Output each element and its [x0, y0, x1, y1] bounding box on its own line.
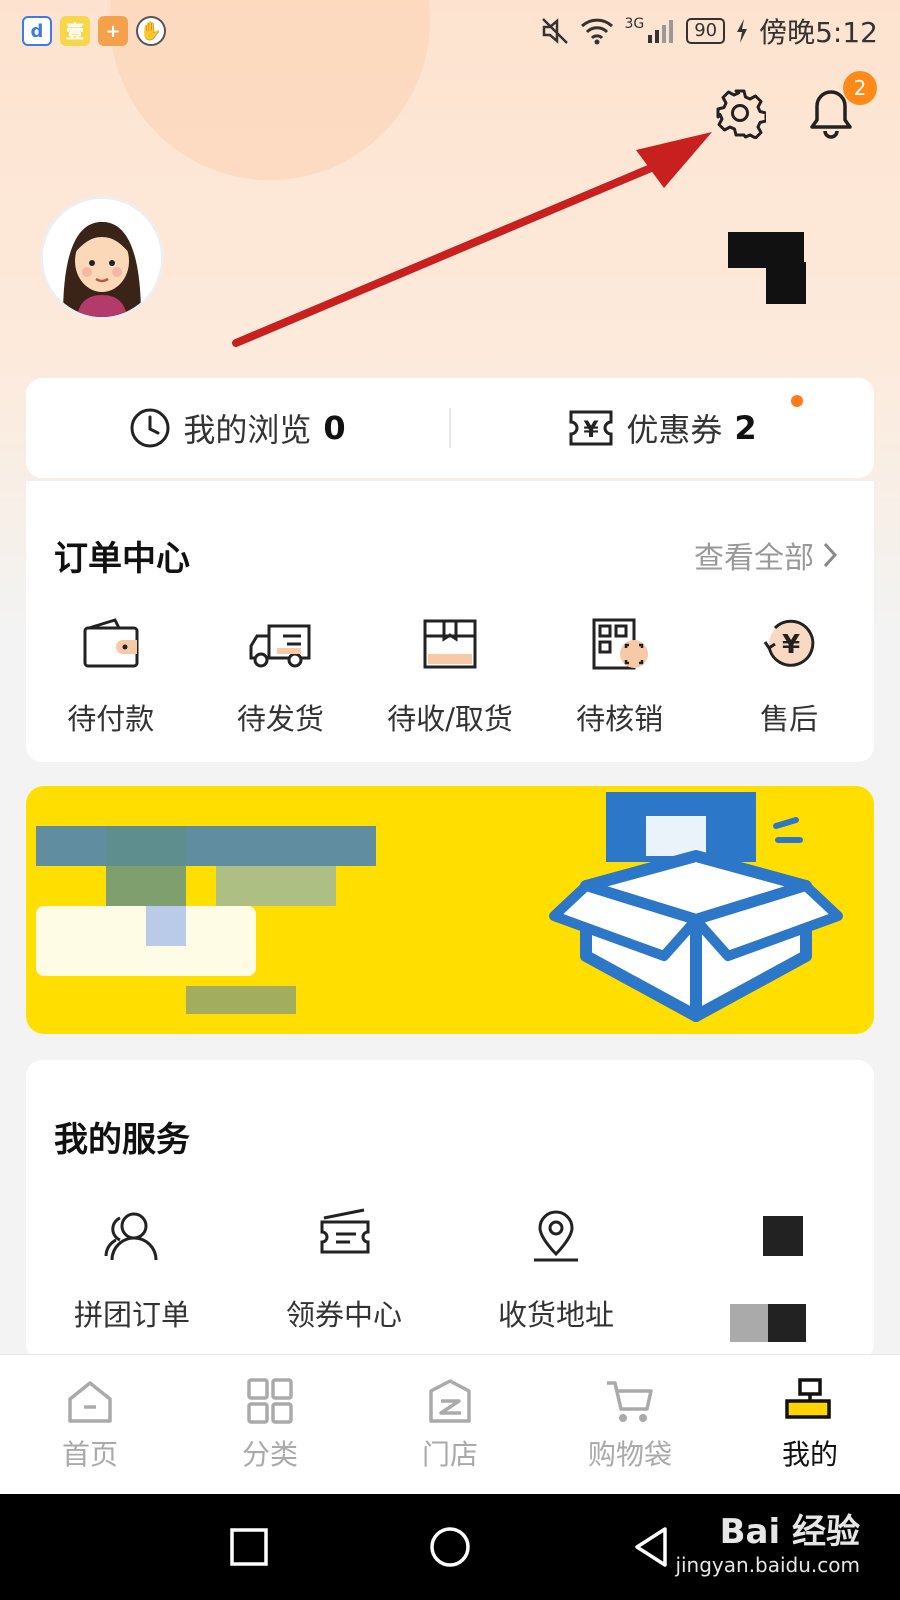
tab-label: 首页 — [61, 1437, 118, 1471]
category-icon — [247, 1377, 293, 1424]
coupon-icon: ¥ — [569, 410, 613, 446]
order-pending-receipt[interactable]: 待收/取货 — [365, 616, 535, 738]
ticket-icon — [320, 1208, 370, 1254]
order-label: 售后 — [760, 702, 819, 736]
promo-banner[interactable] — [26, 786, 874, 1034]
watermark-url: jingyan.baidu.com — [675, 1553, 860, 1577]
notification-badge: 2 — [843, 71, 877, 105]
coupon-count: 2 — [734, 409, 757, 447]
qr-code-icon — [592, 618, 648, 670]
avatar[interactable] — [40, 196, 164, 320]
app-2-icon: 壹 — [60, 16, 90, 46]
service-delivery-address[interactable]: 收货地址 — [450, 1208, 662, 1342]
service-label: 拼团订单 — [73, 1298, 190, 1332]
order-label: 待收/取货 — [387, 702, 513, 736]
banner-pixelated-text-3 — [216, 866, 336, 906]
svg-text:¥: ¥ — [782, 630, 800, 660]
tab-home[interactable]: 首页 — [0, 1355, 180, 1494]
avatar-illustration — [43, 199, 161, 317]
banner-pixelated-text-5 — [146, 906, 186, 946]
order-after-sales[interactable]: ¥ 售后 — [704, 616, 874, 738]
cart-icon — [607, 1380, 653, 1422]
bottom-tab-bar: 首页 分类 门店 购物袋 我的 — [0, 1354, 900, 1494]
notifications-button[interactable]: 2 — [803, 71, 877, 141]
order-pending-verification[interactable]: 待核销 — [535, 616, 705, 738]
back-button[interactable] — [631, 1525, 671, 1569]
battery-level: 90 — [686, 18, 726, 44]
service-coupon-center[interactable]: 领券中心 — [238, 1208, 450, 1342]
banner-pixelated-text-6 — [186, 986, 296, 1014]
view-all-orders-link[interactable]: 查看全部 — [694, 533, 838, 577]
mute-icon — [542, 18, 569, 44]
browse-count: 0 — [323, 409, 346, 447]
gear-icon — [716, 89, 766, 139]
order-label: 待发货 — [236, 702, 324, 736]
refund-icon: ¥ — [763, 619, 815, 667]
home-icon — [68, 1380, 112, 1423]
coupon-label: 优惠券 — [626, 411, 723, 449]
status-app-icons: d 壹 + ✋ — [22, 16, 166, 46]
order-center-title: 订单中心 — [54, 539, 190, 579]
order-center-card: 订单中心 查看全部 待付款 待发货 待收/取货 待核销 ¥ 售后 — [26, 480, 874, 762]
recent-apps-button[interactable] — [229, 1527, 269, 1567]
order-pending-payment[interactable]: 待付款 — [26, 616, 196, 738]
order-label: 待付款 — [67, 702, 155, 736]
order-pending-shipment[interactable]: 待发货 — [196, 616, 366, 738]
clock-icon — [130, 408, 170, 448]
status-bar: d 壹 + ✋ 3G 90 傍晚5:12 — [0, 0, 900, 62]
wallet-icon — [83, 618, 139, 668]
my-services-title: 我的服务 — [54, 1120, 190, 1160]
app-1-icon: d — [22, 16, 52, 46]
watermark-brand: Bai 经验 — [719, 1512, 860, 1552]
tab-category[interactable]: 分类 — [180, 1355, 360, 1494]
charging-icon — [737, 19, 748, 43]
redacted-service-icon — [763, 1216, 803, 1256]
store-icon — [429, 1378, 471, 1423]
profile-icon — [785, 1377, 831, 1419]
redacted-service-label — [730, 1304, 806, 1342]
tab-label: 购物袋 — [587, 1437, 672, 1471]
tab-store[interactable]: 门店 — [360, 1355, 540, 1494]
browse-label: 我的浏览 — [183, 411, 312, 449]
app-4-icon: ✋ — [136, 16, 166, 46]
chevron-right-icon — [823, 542, 838, 568]
banner-pixelated-text — [36, 826, 376, 866]
tab-label: 分类 — [241, 1437, 298, 1471]
redacted-username-2 — [766, 262, 806, 304]
clock: 傍晚5:12 — [759, 16, 878, 49]
coupons-button[interactable]: ¥ 优惠券 2 — [451, 395, 874, 451]
service-group-orders[interactable]: 拼团订单 — [26, 1208, 238, 1342]
wifi-icon — [581, 18, 614, 45]
order-label: 待核销 — [576, 702, 664, 736]
package-icon — [423, 619, 477, 669]
view-all-label: 查看全部 — [694, 541, 814, 576]
service-label: 领券中心 — [285, 1298, 402, 1332]
home-button[interactable] — [428, 1525, 472, 1569]
tab-label: 门店 — [421, 1437, 478, 1471]
coupon-new-dot — [791, 395, 803, 407]
app-3-icon: + — [98, 16, 128, 46]
group-icon — [104, 1212, 158, 1261]
tab-cart[interactable]: 购物袋 — [540, 1355, 720, 1494]
network-type: 3G — [624, 16, 645, 32]
settings-button[interactable] — [712, 85, 768, 141]
truck-icon — [249, 624, 311, 668]
tab-profile[interactable]: 我的 — [720, 1355, 900, 1494]
browse-history-button[interactable]: 我的浏览 0 — [26, 405, 449, 451]
stats-card: 我的浏览 0 ¥ 优惠券 2 — [26, 378, 874, 478]
baidu-watermark: Bai 经验 jingyan.baidu.com — [675, 1504, 860, 1577]
box-illustration — [549, 792, 843, 1022]
banner-pixelated-text-2 — [106, 826, 186, 906]
svg-text:¥: ¥ — [584, 418, 600, 443]
service-redacted[interactable] — [662, 1208, 874, 1342]
service-label: 收货地址 — [497, 1298, 614, 1332]
my-services-card: 我的服务 拼团订单 领券中心 收货地址 — [26, 1060, 874, 1360]
tab-label: 我的 — [781, 1437, 838, 1471]
location-icon — [534, 1210, 578, 1262]
signal-icon — [648, 20, 674, 43]
